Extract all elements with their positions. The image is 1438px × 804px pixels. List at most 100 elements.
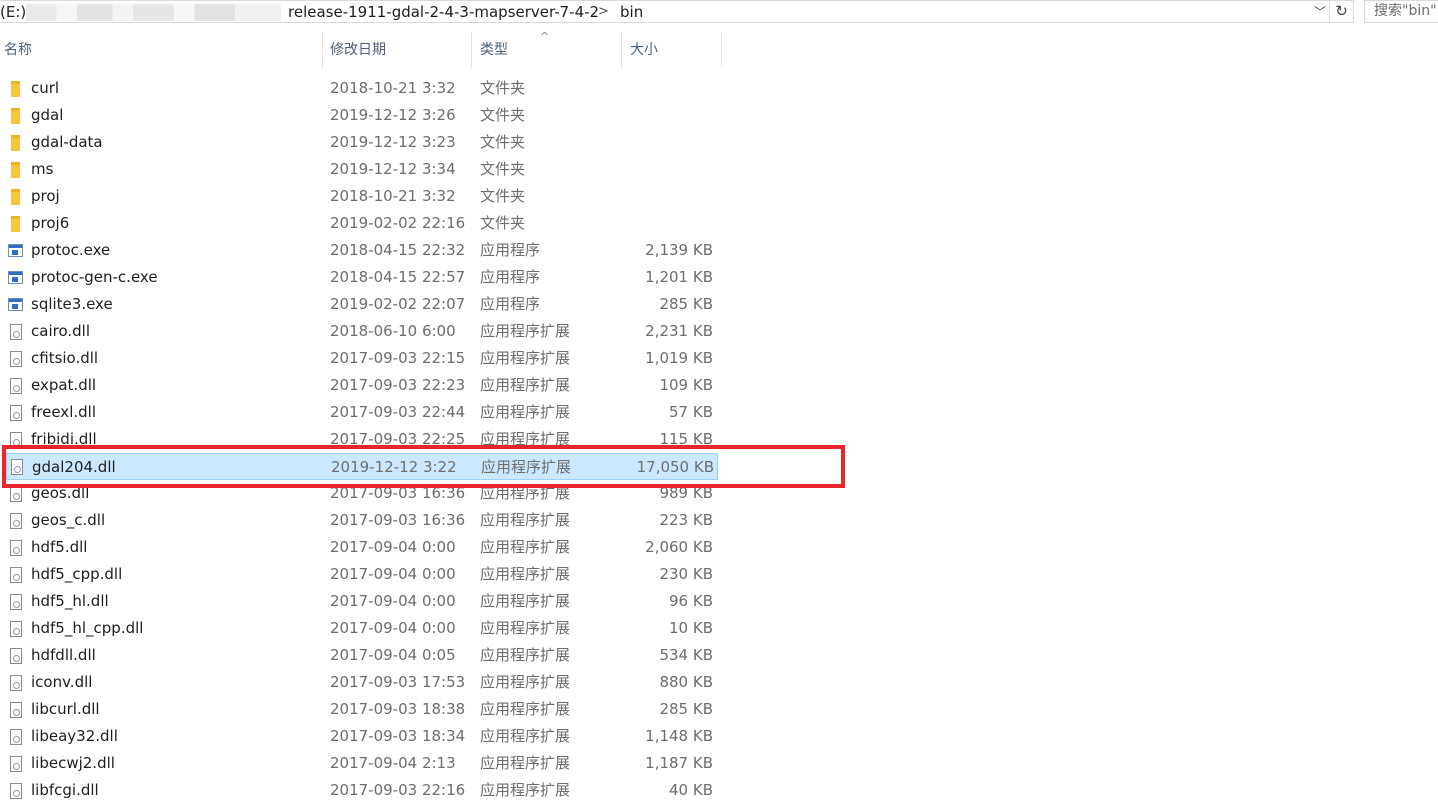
file-name: sqlite3.exe — [31, 295, 113, 313]
breadcrumb-current-folder[interactable]: bin — [620, 1, 643, 22]
file-row[interactable]: ms 2019-12-12 3:34 文件夹 — [0, 156, 718, 183]
file-name: curl — [31, 79, 60, 97]
file-modified-date: 2017-09-03 22:44 — [330, 403, 466, 421]
file-size: 285 KB — [659, 700, 713, 718]
file-name: cfitsio.dll — [31, 349, 99, 367]
file-row[interactable]: cairo.dll 2018-06-10 6:00 应用程序扩展 2,231 KB — [0, 318, 718, 345]
file-name: libecwj2.dll — [31, 754, 115, 772]
file-modified-date: 2017-09-04 0:00 — [330, 592, 456, 610]
dll-icon — [8, 648, 24, 664]
file-modified-date: 2017-09-04 2:13 — [330, 754, 456, 772]
dll-icon — [8, 783, 24, 799]
file-row[interactable]: geos.dll 2017-09-03 16:36 应用程序扩展 989 KB — [0, 480, 718, 507]
dll-icon — [8, 486, 24, 502]
breadcrumb-folder[interactable]: release-1911-gdal-2-4-3-mapserver-7-4-2 — [288, 1, 599, 22]
file-modified-date: 2017-09-03 17:53 — [330, 673, 466, 691]
dll-icon — [8, 432, 24, 448]
file-row[interactable]: iconv.dll 2017-09-03 17:53 应用程序扩展 880 KB — [0, 669, 718, 696]
file-type: 应用程序扩展 — [480, 619, 571, 637]
file-row[interactable]: proj 2018-10-21 3:32 文件夹 — [0, 183, 718, 210]
file-row[interactable]: hdf5_hl_cpp.dll 2017-09-04 0:00 应用程序扩展 10 K… — [0, 615, 718, 642]
file-size: 534 KB — [659, 646, 713, 664]
file-type: 文件夹 — [480, 160, 526, 178]
file-row[interactable]: curl 2018-10-21 3:32 文件夹 — [0, 75, 718, 102]
dll-icon — [9, 459, 25, 475]
sort-ascending-icon: ^ — [540, 30, 550, 43]
file-row[interactable]: protoc.exe 2018-04-15 22:32 应用程序 2,139 KB — [0, 237, 718, 264]
file-name: gdal — [31, 106, 64, 124]
search-input[interactable]: 搜索"bin" — [1364, 0, 1438, 23]
folder-icon — [8, 135, 24, 151]
file-modified-date: 2017-09-03 18:38 — [330, 700, 466, 718]
file-type: 应用程序扩展 — [480, 646, 571, 664]
file-size: 1,019 KB — [645, 349, 713, 367]
folder-icon — [8, 189, 24, 205]
file-row[interactable]: gdal-data 2019-12-12 3:23 文件夹 — [0, 129, 718, 156]
dll-icon — [8, 729, 24, 745]
file-size: 2,139 KB — [645, 241, 713, 259]
dll-icon — [8, 324, 24, 340]
file-type: 应用程序扩展 — [480, 430, 571, 448]
column-header-type[interactable]: 类型 — [480, 32, 622, 68]
file-name: iconv.dll — [31, 673, 93, 691]
file-modified-date: 2017-09-03 22:25 — [330, 430, 466, 448]
file-size: 1,148 KB — [645, 727, 713, 745]
file-name: hdf5_cpp.dll — [31, 565, 123, 583]
file-size: 96 KB — [669, 592, 713, 610]
file-row[interactable]: hdf5_cpp.dll 2017-09-04 0:00 应用程序扩展 230 KB — [0, 561, 718, 588]
file-type: 应用程序 — [480, 268, 541, 286]
file-name: freexl.dll — [31, 403, 96, 421]
file-type: 文件夹 — [480, 187, 526, 205]
file-name: cairo.dll — [31, 322, 90, 340]
file-type: 应用程序扩展 — [480, 349, 571, 367]
address-bar[interactable]: (E:) release-1911-gdal-2-4-3-mapserver-7… — [0, 0, 1330, 23]
dll-icon — [8, 702, 24, 718]
file-row[interactable]: gdal 2019-12-12 3:26 文件夹 — [0, 102, 718, 129]
column-header-date[interactable]: 修改日期 — [330, 32, 472, 68]
file-row[interactable]: sqlite3.exe 2019-02-02 22:07 应用程序 285 KB — [0, 291, 718, 318]
column-header-size[interactable]: 大小 — [630, 32, 722, 68]
file-type: 应用程序扩展 — [480, 484, 571, 502]
file-row[interactable]: hdf5_hl.dll 2017-09-04 0:00 应用程序扩展 96 KB — [0, 588, 718, 615]
file-row[interactable]: hdf5.dll 2017-09-04 0:00 应用程序扩展 2,060 KB — [0, 534, 718, 561]
file-modified-date: 2017-09-03 16:36 — [330, 484, 466, 502]
chevron-down-icon[interactable]: ﹀ — [1312, 1, 1328, 22]
file-name: protoc.exe — [31, 241, 111, 259]
file-type: 应用程序 — [480, 295, 541, 313]
column-header-name[interactable]: 名称 — [4, 32, 323, 68]
exe-icon — [8, 297, 24, 313]
file-type: 应用程序扩展 — [480, 673, 571, 691]
file-row[interactable]: cfitsio.dll 2017-09-03 22:15 应用程序扩展 1,019 K… — [0, 345, 718, 372]
file-type: 应用程序扩展 — [480, 511, 571, 529]
file-row[interactable]: hdfdll.dll 2017-09-04 0:05 应用程序扩展 534 KB — [0, 642, 718, 669]
file-type: 应用程序扩展 — [480, 565, 571, 583]
file-row[interactable]: geos_c.dll 2017-09-03 16:36 应用程序扩展 223 KB — [0, 507, 718, 534]
file-row-selected[interactable]: gdal204.dll 2019-12-12 3:22 应用程序扩展 17,050 K… — [6, 453, 718, 480]
folder-icon — [8, 81, 24, 97]
file-modified-date: 2018-04-15 22:57 — [330, 268, 466, 286]
file-type: 文件夹 — [480, 106, 526, 124]
exe-icon — [8, 270, 24, 286]
breadcrumb-drive[interactable]: (E:) — [0, 1, 26, 22]
redacted-path-segment — [26, 4, 281, 21]
file-row[interactable]: libcurl.dll 2017-09-03 18:38 应用程序扩展 285 KB — [0, 696, 718, 723]
file-size: 880 KB — [659, 673, 713, 691]
file-name: expat.dll — [31, 376, 97, 394]
file-row[interactable]: expat.dll 2017-09-03 22:23 应用程序扩展 109 KB — [0, 372, 718, 399]
file-row[interactable]: libeay32.dll 2017-09-03 18:34 应用程序扩展 1,148 … — [0, 723, 718, 750]
folder-icon — [8, 162, 24, 178]
folder-icon — [8, 216, 24, 232]
file-row[interactable]: libfcgi.dll 2017-09-03 22:16 应用程序扩展 40 KB — [0, 777, 718, 804]
refresh-button[interactable]: ↻ — [1330, 0, 1354, 23]
breadcrumb-separator-icon[interactable]: > — [598, 1, 609, 22]
file-row[interactable]: proj6 2019-02-02 22:16 文件夹 — [0, 210, 718, 237]
dll-icon — [8, 594, 24, 610]
dll-icon — [8, 540, 24, 556]
file-row[interactable]: protoc-gen-c.exe 2018-04-15 22:57 应用程序 1,20… — [0, 264, 718, 291]
file-name: protoc-gen-c.exe — [31, 268, 158, 286]
file-row[interactable]: libecwj2.dll 2017-09-04 2:13 应用程序扩展 1,187 K… — [0, 750, 718, 777]
file-name: libfcgi.dll — [31, 781, 99, 799]
file-row[interactable]: fribidi.dll 2017-09-03 22:25 应用程序扩展 115 KB — [0, 426, 718, 453]
file-row[interactable]: freexl.dll 2017-09-03 22:44 应用程序扩展 57 KB — [0, 399, 718, 426]
exe-icon — [8, 243, 24, 259]
